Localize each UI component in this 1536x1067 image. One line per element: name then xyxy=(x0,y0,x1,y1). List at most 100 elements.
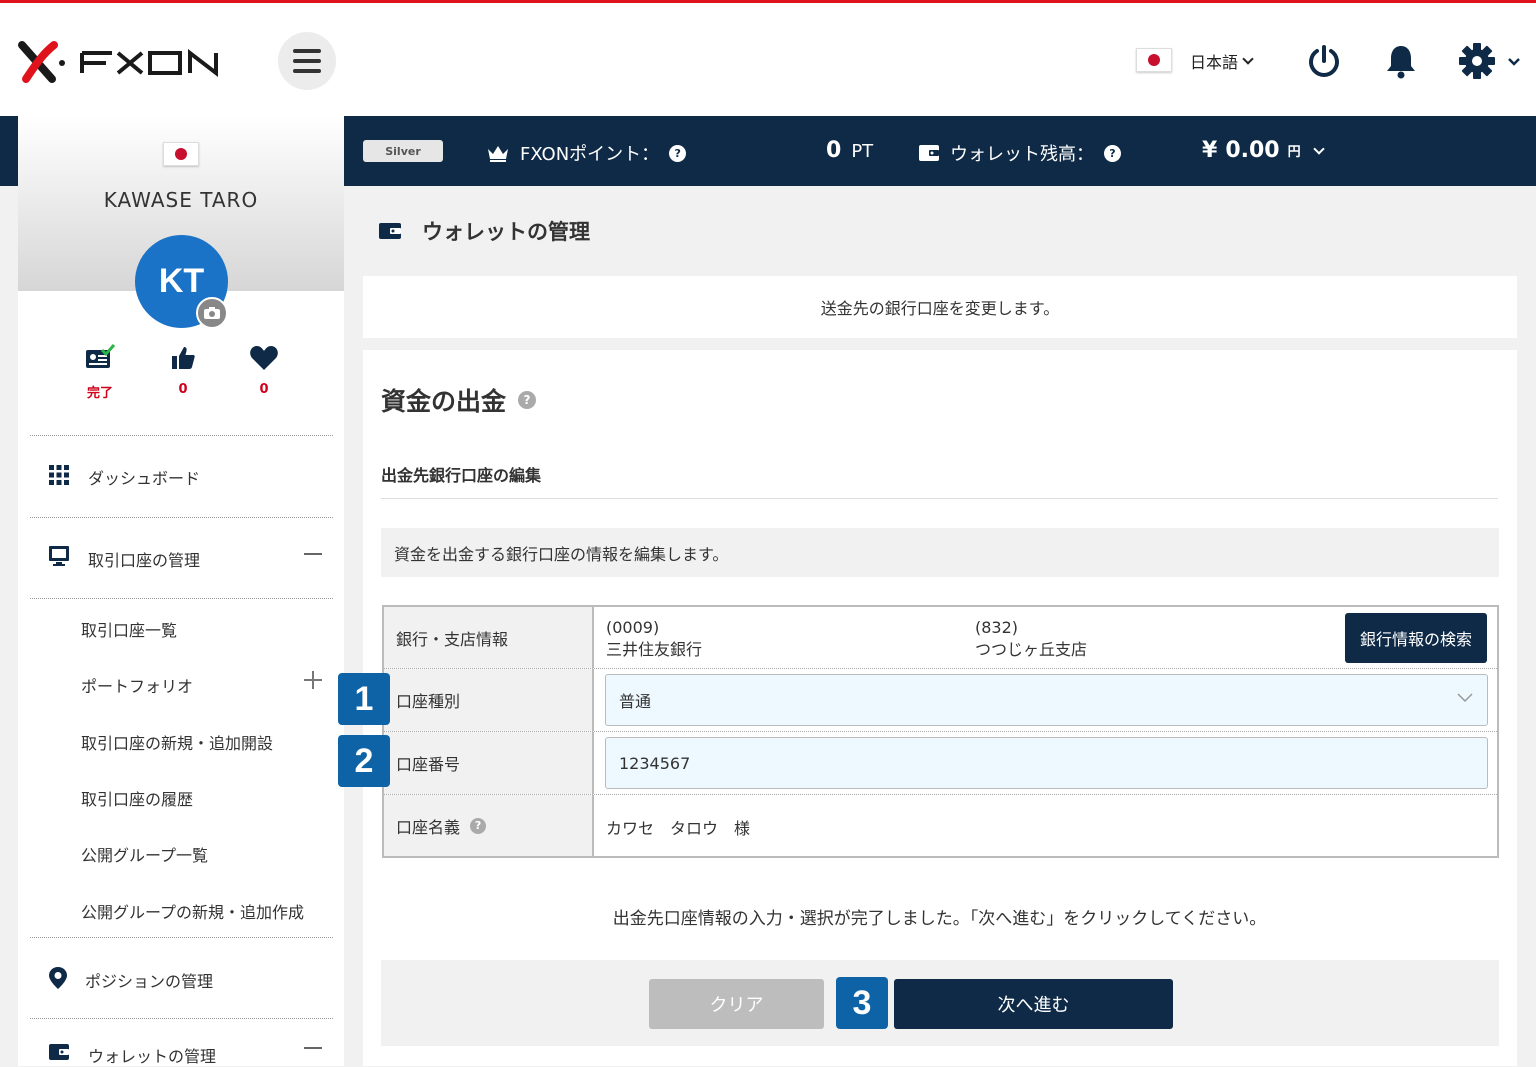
verification-status[interactable]: 完了 xyxy=(70,344,130,401)
heart-icon xyxy=(250,346,278,370)
rank-label: Silver xyxy=(385,144,421,158)
logo-mark xyxy=(18,41,65,83)
bank-search-button-label: 銀行情報の検索 xyxy=(1359,630,1472,649)
fxon-logo[interactable] xyxy=(18,39,238,85)
account-number-input[interactable]: 1234567 xyxy=(605,737,1488,789)
subsection-title: 出金先銀行口座の編集 xyxy=(381,466,542,485)
account-type-label: 口座種別 xyxy=(396,692,461,711)
verification-value: 完了 xyxy=(86,386,113,401)
table-row: 口座種別 普通 xyxy=(384,669,1497,732)
grid-icon xyxy=(49,465,69,485)
help-icon[interactable]: ? xyxy=(518,391,537,409)
sidebar-item-label: ウォレットの管理 xyxy=(88,1047,217,1066)
table-row: 口座名義? カワセ タロウ 様 xyxy=(384,795,1497,856)
bank-name: 三井住友銀行 xyxy=(606,640,703,659)
sidebar-subitem-public-groups[interactable]: 公開グループ一覧 xyxy=(81,842,208,866)
settings-gear-icon[interactable] xyxy=(1459,43,1523,79)
info-text: 送金先の銀行口座を変更します。 xyxy=(820,299,1060,318)
clear-button[interactable]: クリア xyxy=(649,979,824,1029)
monitor-icon xyxy=(49,546,69,566)
divider xyxy=(30,1018,333,1019)
next-button-label: 次へ進む xyxy=(997,995,1070,1016)
avatar-initials: KT xyxy=(158,262,205,300)
chevron-down-icon xyxy=(1457,693,1473,703)
wallet-help-icon[interactable]: ? xyxy=(1104,144,1121,162)
top-bar: 日本語 xyxy=(0,0,1536,116)
complete-message: 出金先口座情報の入力・選択が完了しました。「次へ進む」をクリックしてください。 xyxy=(612,909,1267,929)
wallet-icon xyxy=(919,145,939,161)
wallet-icon xyxy=(379,223,401,239)
info-panel: 送金先の銀行口座を変更します。 xyxy=(363,276,1517,338)
help-icon[interactable]: ? xyxy=(470,817,487,834)
section-title: 資金の出金 ? xyxy=(381,382,537,418)
id-card-check-icon xyxy=(86,344,116,368)
language-selector[interactable]: 日本語 xyxy=(1190,49,1254,73)
sidebar-subitem-open-account[interactable]: 取引口座の新規・追加開設 xyxy=(81,730,273,754)
japan-flag-icon xyxy=(1136,48,1172,72)
sidebar-subitem-portfolio[interactable]: ポートフォリオ xyxy=(81,673,193,697)
sidebar-item-positions[interactable]: ポジションの管理 xyxy=(18,966,344,991)
sidebar-item-label: ポジションの管理 xyxy=(85,972,214,991)
chevron-down-icon xyxy=(1312,142,1325,155)
sidebar-item-label: 取引口座の管理 xyxy=(88,551,201,570)
bell-icon[interactable] xyxy=(1383,43,1419,79)
japan-flag-icon xyxy=(163,142,199,166)
bank-label: 銀行・支店情報 xyxy=(396,629,509,649)
account-type-value: 普通 xyxy=(619,692,652,711)
sidebar-subitem-account-history[interactable]: 取引口座の履歴 xyxy=(81,786,193,810)
points-help-icon[interactable]: ? xyxy=(669,144,687,162)
page-title: ウォレットの管理 xyxy=(378,216,590,246)
likes-value: 0 xyxy=(178,382,188,397)
note-box: 資金を出金する銀行口座の情報を編集します。 xyxy=(381,528,1499,577)
user-name: KAWASE TARO xyxy=(103,188,259,212)
language-label: 日本語 xyxy=(1190,53,1239,72)
sidebar-item-label: ダッシュボード xyxy=(88,469,201,488)
page-title-text: ウォレットの管理 xyxy=(422,220,590,244)
power-icon[interactable] xyxy=(1306,43,1342,79)
divider xyxy=(30,937,333,938)
account-type-select[interactable]: 普通 xyxy=(605,674,1488,726)
clear-button-label: クリア xyxy=(709,995,764,1016)
wallet-unit: 円 xyxy=(1287,145,1301,160)
wallet-icon xyxy=(49,1044,69,1060)
sidebar-subitem-create-group[interactable]: 公開グループの新規・追加作成 xyxy=(81,899,304,923)
points-unit: PT xyxy=(851,141,874,162)
sidebar-item-dashboard[interactable]: ダッシュボード xyxy=(18,464,344,488)
likes-stat[interactable]: 0 xyxy=(153,344,213,397)
branch-code: (832) xyxy=(975,618,1019,637)
sidebar-item-accounts[interactable]: 取引口座の管理 xyxy=(18,545,344,570)
menu-toggle-button[interactable] xyxy=(278,32,336,90)
collapse-minus-icon[interactable] xyxy=(304,1047,322,1049)
expand-plus-icon[interactable] xyxy=(304,671,322,689)
divider xyxy=(381,498,1498,499)
section-title-text: 資金の出金 xyxy=(381,387,507,416)
favorites-stat[interactable]: 0 xyxy=(234,344,294,397)
divider xyxy=(30,435,333,436)
bank-search-button[interactable]: 銀行情報の検索 xyxy=(1345,613,1487,663)
thumbs-up-icon xyxy=(172,347,195,369)
favorites-value: 0 xyxy=(259,382,269,397)
branch-name: つつじヶ丘支店 xyxy=(975,640,1088,659)
wallet-currency-symbol: ¥ xyxy=(1202,138,1218,163)
bank-code: (0009) xyxy=(606,618,660,637)
account-number-label: 口座番号 xyxy=(396,755,461,774)
wallet-balance-dropdown[interactable]: ¥ 0.00 円 xyxy=(1202,138,1325,163)
account-holder-value: カワセ タロウ 様 xyxy=(606,819,751,838)
table-row: 口座番号 1234567 xyxy=(384,732,1497,795)
camera-icon[interactable] xyxy=(196,297,228,329)
next-button[interactable]: 次へ進む xyxy=(894,979,1173,1029)
account-holder-label: 口座名義 xyxy=(396,817,461,837)
wallet-label: ウォレット残高： xyxy=(950,144,1094,165)
wallet-balance-value: 0.00 xyxy=(1225,138,1280,163)
step-marker-1: 1 xyxy=(338,673,390,725)
divider xyxy=(30,517,333,518)
collapse-minus-icon[interactable] xyxy=(304,553,322,555)
table-row: 銀行・支店情報 (0009) 三井住友銀行 (832) つつじヶ丘支店 銀行情報… xyxy=(384,607,1497,669)
step-marker-3: 3 xyxy=(836,977,888,1029)
account-number-value: 1234567 xyxy=(619,753,691,773)
step-marker-2: 2 xyxy=(338,735,390,787)
sidebar-subitem-account-list[interactable]: 取引口座一覧 xyxy=(81,617,177,641)
note-text: 資金を出金する銀行口座の情報を編集します。 xyxy=(394,544,729,564)
chevron-down-icon xyxy=(1242,53,1254,65)
sidebar-item-wallet[interactable]: ウォレットの管理 xyxy=(18,1041,344,1066)
